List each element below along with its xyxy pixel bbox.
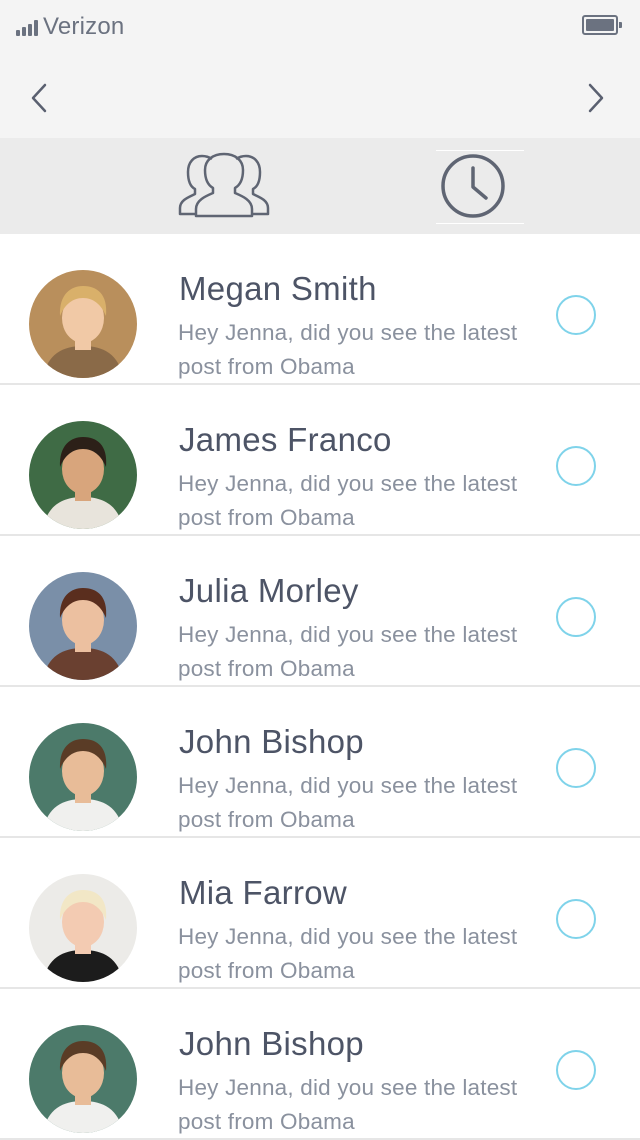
message-preview: Hey Jenna, did you see the latest post f… xyxy=(178,773,518,832)
back-button[interactable] xyxy=(25,81,55,115)
contact-name: Megan Smith xyxy=(179,270,377,307)
select-radio-button[interactable] xyxy=(556,295,596,335)
tab-contacts[interactable] xyxy=(176,150,272,224)
avatar xyxy=(29,572,137,680)
message-preview: Hey Jenna, did you see the latest post f… xyxy=(178,471,518,530)
message-preview: Hey Jenna, did you see the latest post f… xyxy=(178,320,518,379)
avatar-photo xyxy=(29,572,137,680)
tab-indicator-top xyxy=(436,150,524,151)
conversation-row[interactable]: James Franco Hey Jenna, did you see the l… xyxy=(0,385,640,536)
message-preview: Hey Jenna, did you see the latest post f… xyxy=(178,924,518,983)
avatar xyxy=(29,1025,137,1133)
avatar xyxy=(29,723,137,831)
conversation-list: Megan Smith Hey Jenna, did you see the la… xyxy=(0,234,640,1140)
avatar-photo xyxy=(29,270,137,378)
avatar xyxy=(29,421,137,529)
message-preview: Hey Jenna, did you see the latest post f… xyxy=(178,1075,518,1134)
avatar-photo xyxy=(29,723,137,831)
contact-name: Mia Farrow xyxy=(179,874,348,911)
select-radio-button[interactable] xyxy=(556,597,596,637)
avatar xyxy=(29,874,137,982)
message-preview: Hey Jenna, did you see the latest post f… xyxy=(178,622,518,681)
conversation-row[interactable]: Julia Morley Hey Jenna, did you see the l… xyxy=(0,536,640,687)
avatar-photo xyxy=(29,421,137,529)
tab-indicator-bottom xyxy=(436,223,524,224)
select-radio-button[interactable] xyxy=(556,899,596,939)
select-radio-button[interactable] xyxy=(556,446,596,486)
conversation-row[interactable]: Mia Farrow Hey Jenna, did you see the lat… xyxy=(0,838,640,989)
tab-recent[interactable] xyxy=(436,150,524,224)
chevron-left-icon xyxy=(31,83,47,113)
conversation-row[interactable]: Megan Smith Hey Jenna, did you see the la… xyxy=(0,234,640,385)
battery-full-icon xyxy=(582,15,622,35)
contact-name: John Bishop xyxy=(179,723,364,760)
avatar-photo xyxy=(29,1025,137,1133)
avatar xyxy=(29,270,137,378)
navigation-bar xyxy=(0,56,640,138)
contact-name: John Bishop xyxy=(179,1025,364,1062)
select-radio-button[interactable] xyxy=(556,748,596,788)
contact-name: James Franco xyxy=(179,421,392,458)
chevron-right-icon xyxy=(588,83,604,113)
signal-bars-icon xyxy=(16,20,38,36)
select-radio-button[interactable] xyxy=(556,1050,596,1090)
avatar-photo xyxy=(29,874,137,982)
people-group-icon xyxy=(178,152,270,218)
carrier-name: Verizon xyxy=(43,13,125,40)
contact-name: Julia Morley xyxy=(179,572,359,609)
clock-icon xyxy=(441,154,505,218)
status-bar: Verizon xyxy=(0,0,640,56)
forward-button[interactable] xyxy=(582,81,612,115)
tab-bar xyxy=(0,138,640,234)
conversation-row[interactable]: John Bishop Hey Jenna, did you see the la… xyxy=(0,687,640,838)
conversation-row[interactable]: John Bishop Hey Jenna, did you see the la… xyxy=(0,989,640,1140)
